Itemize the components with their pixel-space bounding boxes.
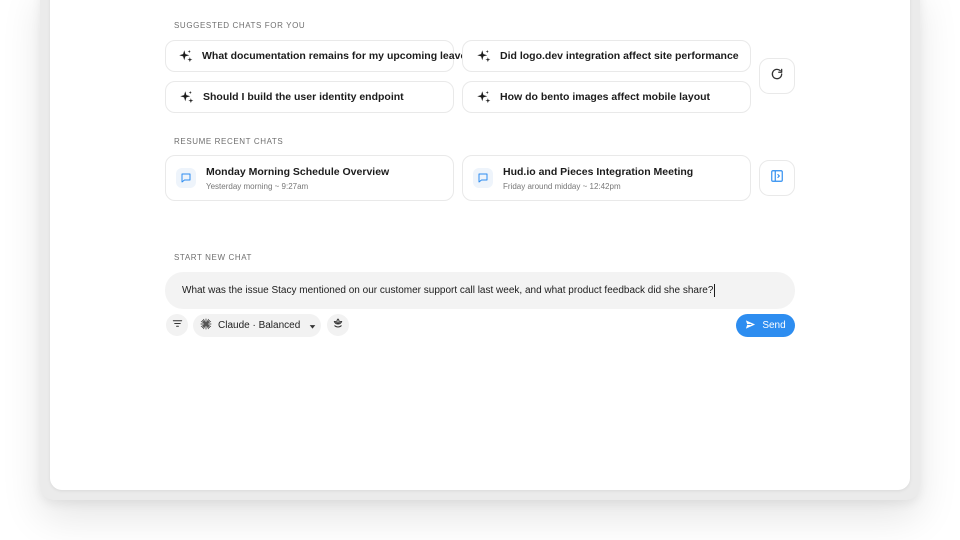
suggested-chat-card[interactable]: What documentation remains for my upcomi… <box>165 40 466 72</box>
sidebar-panel-icon <box>770 169 784 188</box>
suggested-chat-text: Should I build the user identity endpoin… <box>203 91 404 103</box>
sparkle-icon <box>475 89 491 105</box>
filter-button[interactable] <box>166 314 188 336</box>
recent-chat-card[interactable]: Monday Morning Schedule Overview Yesterd… <box>165 155 454 201</box>
chevron-down-icon <box>309 317 316 335</box>
recent-chat-subtitle: Friday around midday ~ 12:42pm <box>503 181 621 191</box>
paper-plane-icon <box>745 317 756 335</box>
refresh-suggestions-button[interactable] <box>759 58 795 94</box>
recent-chat-title: Hud.io and Pieces Integration Meeting <box>503 165 694 178</box>
prompt-text: What was the issue Stacy mentioned on ou… <box>182 285 714 296</box>
recent-chat-card[interactable]: Hud.io and Pieces Integration Meeting Fr… <box>462 155 751 201</box>
suggested-chat-card[interactable]: How do bento images affect mobile layout <box>462 81 751 113</box>
sparkle-icon <box>475 48 491 64</box>
send-label: Send <box>762 320 786 331</box>
suggested-chat-text: How do bento images affect mobile layout <box>500 91 711 103</box>
recent-chat-title: Monday Morning Schedule Overview <box>206 165 390 178</box>
refresh-icon <box>770 67 784 86</box>
suggested-section-label: SUGGESTED CHATS FOR YOU <box>174 21 306 30</box>
suggested-chat-card[interactable]: Should I build the user identity endpoin… <box>165 81 454 113</box>
new-chat-section-label: START NEW CHAT <box>174 253 253 262</box>
suggested-chat-text: Did logo.dev integration affect site per… <box>500 50 739 62</box>
claude-starburst-icon <box>200 317 212 335</box>
open-chats-panel-button[interactable] <box>759 160 795 196</box>
lotus-icon <box>332 316 344 334</box>
model-label: Claude · Balanced <box>218 320 301 331</box>
chat-prompt-input[interactable]: What was the issue Stacy mentioned on ou… <box>165 272 795 309</box>
resume-section-label: RESUME RECENT CHATS <box>174 137 284 146</box>
text-caret <box>714 284 716 297</box>
suggested-chat-text: What documentation remains for my upcomi… <box>202 50 467 62</box>
context-button[interactable] <box>327 314 349 336</box>
sparkle-icon <box>178 48 193 64</box>
chat-bubble-icon <box>176 168 196 188</box>
model-selector[interactable]: Claude · Balanced <box>193 314 321 337</box>
sparkle-icon <box>178 89 194 105</box>
chat-bubble-icon <box>473 168 493 188</box>
filter-icon <box>172 316 183 334</box>
recent-chat-subtitle: Yesterday morning ~ 9:27am <box>206 181 309 191</box>
suggested-chat-card[interactable]: Did logo.dev integration affect site per… <box>462 40 751 72</box>
send-button[interactable]: Send <box>736 314 795 337</box>
